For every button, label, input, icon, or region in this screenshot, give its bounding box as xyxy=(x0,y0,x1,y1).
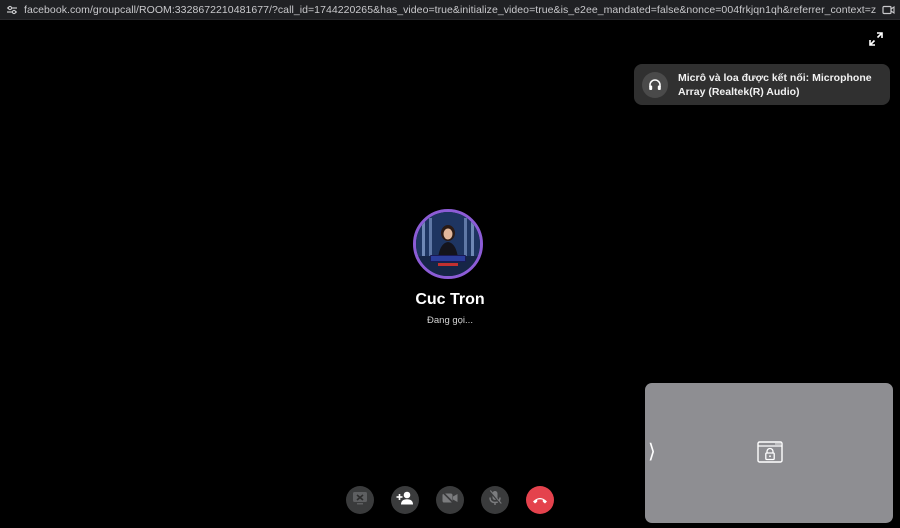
expand-icon xyxy=(869,31,883,51)
headphones-icon xyxy=(642,71,668,98)
audio-device-notification: Micrô và loa được kết nối: Microphone Ar… xyxy=(634,64,890,105)
fullscreen-button[interactable] xyxy=(865,30,887,52)
mic-off-icon xyxy=(488,489,502,511)
screen-share-off-icon xyxy=(352,491,368,510)
site-settings-icon[interactable] xyxy=(0,0,24,19)
caller-avatar xyxy=(413,209,483,279)
camera-toggle-button[interactable] xyxy=(436,486,464,514)
add-person-button[interactable] xyxy=(391,486,419,514)
call-controls xyxy=(0,486,900,514)
camera-off-icon xyxy=(442,491,458,509)
end-call-button[interactable] xyxy=(526,486,554,514)
camera-blocked-icon xyxy=(757,441,783,468)
browser-url-bar[interactable]: facebook.com/groupcall/ROOM:332867221048… xyxy=(0,0,900,20)
chevron-right-icon[interactable]: ⟩ xyxy=(648,442,656,462)
add-person-icon xyxy=(396,491,414,510)
notification-text: Micrô và loa được kết nối: Microphone Ar… xyxy=(678,71,872,98)
screen-share-button[interactable] xyxy=(346,486,374,514)
mic-toggle-button[interactable] xyxy=(481,486,509,514)
caller-name: Cuc Tron xyxy=(415,291,485,308)
url-text[interactable]: facebook.com/groupcall/ROOM:332867221048… xyxy=(24,4,876,16)
end-call-icon xyxy=(532,491,548,509)
camera-indicator-icon[interactable] xyxy=(876,0,900,19)
call-status: Đang gọi... xyxy=(427,315,473,326)
